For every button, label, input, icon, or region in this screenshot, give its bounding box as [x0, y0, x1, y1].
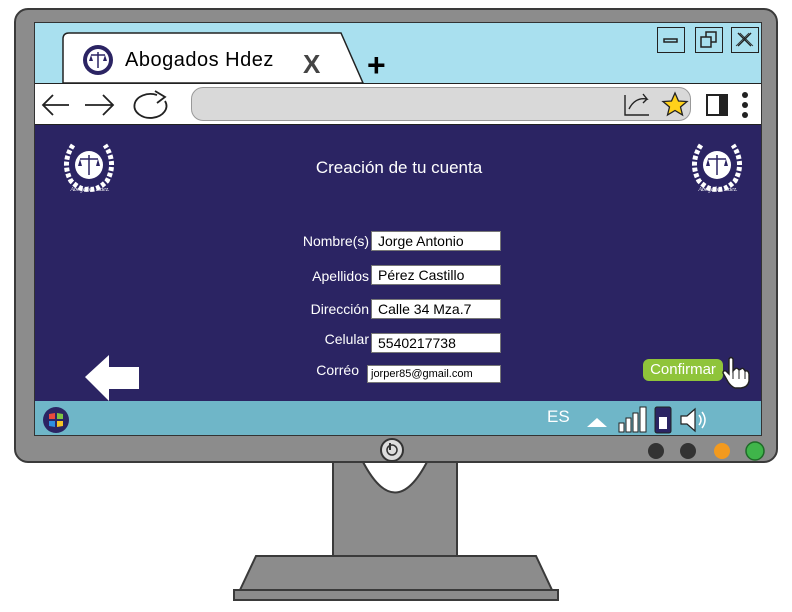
start-menu-icon[interactable] — [41, 405, 71, 435]
name-label: Nombre(s) — [302, 233, 369, 249]
back-arrow-icon[interactable] — [41, 94, 69, 116]
page-content: Abogados Hdez. Abogados Hdez. Creación d… — [35, 125, 761, 401]
forward-arrow-icon[interactable] — [85, 94, 115, 116]
page-title: Creación de tu cuenta — [315, 158, 483, 177]
name-field[interactable]: Jorge Antonio — [371, 231, 501, 251]
minimize-icon[interactable] — [657, 27, 685, 53]
address-bar[interactable] — [191, 87, 691, 121]
browser-actions — [624, 91, 748, 118]
tab-favicon-icon — [83, 45, 113, 75]
browser-tab-bar: Abogados Hdez X + — [35, 23, 761, 84]
tab-close-button[interactable]: X — [303, 49, 320, 80]
address-label: Dirección — [310, 301, 369, 317]
signal-icon[interactable] — [618, 406, 647, 433]
indicator-dot — [680, 443, 696, 459]
monitor-stand-base — [233, 459, 559, 601]
back-page-arrow-icon[interactable] — [81, 351, 143, 405]
reload-icon[interactable] — [133, 90, 168, 119]
up-caret-icon[interactable] — [587, 418, 607, 427]
logo-caption: Abogados Hdez. — [698, 187, 738, 193]
language-indicator[interactable]: ES — [547, 407, 570, 427]
close-icon[interactable] — [731, 27, 759, 53]
indicator-dot — [714, 443, 730, 459]
phone-field[interactable]: 5540217738 — [371, 333, 501, 353]
restore-icon[interactable] — [695, 27, 723, 53]
star-icon[interactable] — [661, 91, 689, 117]
screen: Abogados Hdez X + Abogados Hdez. Abogado… — [34, 22, 762, 436]
menu-dots-icon[interactable] — [742, 92, 748, 118]
indicator-dot — [745, 441, 765, 461]
new-tab-button[interactable]: + — [367, 49, 386, 81]
sidebar-icon[interactable] — [706, 94, 728, 116]
email-field[interactable]: jorper85@gmail.com — [367, 365, 501, 383]
surname-label: Apellidos — [312, 268, 369, 284]
confirm-button[interactable]: Confirmar — [643, 359, 723, 381]
status-indicators — [648, 441, 765, 461]
email-label: Corréo — [316, 362, 359, 378]
hand-cursor-icon — [722, 356, 750, 389]
surname-field[interactable]: Pérez Castillo — [371, 265, 501, 285]
indicator-dot — [648, 443, 664, 459]
phone-label: Celular — [324, 331, 369, 347]
address-field[interactable]: Calle 34 Mza.7 — [371, 299, 501, 319]
logo-caption: Abogados Hdez. — [70, 187, 110, 193]
power-icon[interactable] — [378, 436, 406, 464]
battery-icon[interactable] — [654, 406, 672, 434]
volume-icon[interactable] — [680, 407, 706, 433]
nav-buttons — [41, 90, 168, 119]
tab-title[interactable]: Abogados Hdez — [125, 49, 274, 72]
share-icon[interactable] — [624, 93, 649, 116]
system-tray — [587, 406, 706, 434]
